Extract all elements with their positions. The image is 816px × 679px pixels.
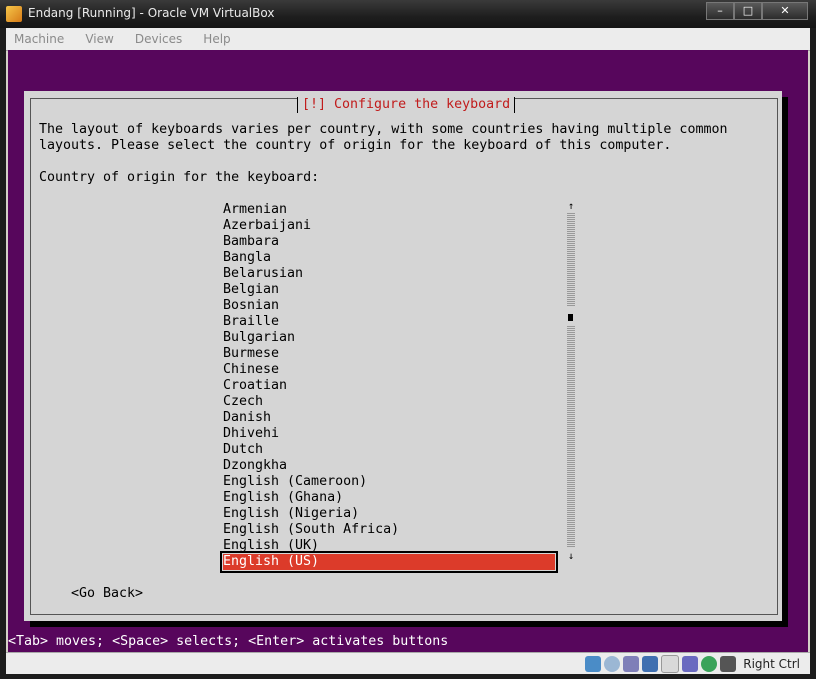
list-item[interactable]: Bulgarian <box>223 330 555 346</box>
window-controls: – □ ✕ <box>706 2 808 20</box>
menubar: Machine View Devices Help <box>6 28 810 51</box>
list-scrollbar[interactable]: ↑ ↓ <box>566 202 576 570</box>
scroll-track-lower[interactable] <box>567 326 575 548</box>
list-item[interactable]: Dzongkha <box>223 458 555 474</box>
menu-machine[interactable]: Machine <box>6 28 72 50</box>
window-titlebar[interactable]: Endang [Running] - Oracle VM VirtualBox … <box>0 0 816 28</box>
scroll-up-arrow[interactable]: ↑ <box>566 202 576 212</box>
optical-drive-icon[interactable] <box>604 656 621 672</box>
dialog-title: [!] Configure the keyboard <box>297 97 516 113</box>
list-item[interactable]: Bangla <box>223 250 555 266</box>
shared-folders-icon[interactable] <box>661 655 680 673</box>
list-item[interactable]: English (South Africa) <box>223 522 555 538</box>
list-item[interactable]: English (Cameroon) <box>223 474 555 490</box>
list-item[interactable]: Dutch <box>223 442 555 458</box>
list-item[interactable]: Burmese <box>223 346 555 362</box>
list-item[interactable]: Danish <box>223 410 555 426</box>
country-list[interactable]: Armenian Azerbaijani Bambara Bangla Belarusi… <box>220 202 558 573</box>
display-icon[interactable] <box>682 656 699 672</box>
mouse-integration-icon[interactable] <box>720 656 737 672</box>
list-item[interactable]: Chinese <box>223 362 555 378</box>
list-item-selected[interactable]: English (US) <box>220 551 558 573</box>
maximize-button[interactable]: □ <box>734 2 762 20</box>
menu-help[interactable]: Help <box>195 28 238 50</box>
virtualbox-icon <box>6 6 22 22</box>
vm-window: Machine View Devices Help [!] Configure … <box>6 28 810 674</box>
usb-icon[interactable] <box>623 656 640 672</box>
status-icons: Right Ctrl <box>585 655 800 673</box>
menu-view[interactable]: View <box>77 28 121 50</box>
list-item[interactable]: English (Nigeria) <box>223 506 555 522</box>
keyboard-dialog: [!] Configure the keyboard The layout of… <box>24 91 782 621</box>
list-item[interactable]: Belgian <box>223 282 555 298</box>
list-item[interactable]: Czech <box>223 394 555 410</box>
scroll-down-arrow[interactable]: ↓ <box>566 552 576 562</box>
list-item[interactable]: Azerbaijani <box>223 218 555 234</box>
list-item[interactable]: English (Ghana) <box>223 490 555 506</box>
go-back-button[interactable]: <Go Back> <box>71 586 143 602</box>
host-key-label: Right Ctrl <box>743 657 800 671</box>
country-label: Country of origin for the keyboard: <box>39 170 320 185</box>
capture-icon[interactable] <box>701 656 718 672</box>
vm-display[interactable]: [!] Configure the keyboard The layout of… <box>8 50 808 652</box>
list-item[interactable]: Braille <box>223 314 555 330</box>
network-icon[interactable] <box>642 656 659 672</box>
close-button[interactable]: ✕ <box>762 2 808 20</box>
list-item[interactable]: Bambara <box>223 234 555 250</box>
list-item[interactable]: Bosnian <box>223 298 555 314</box>
scroll-track-upper[interactable] <box>567 213 575 307</box>
statusbar: Right Ctrl <box>6 652 810 674</box>
scroll-thumb[interactable] <box>568 314 573 321</box>
list-item[interactable]: Armenian <box>223 202 555 218</box>
window-title: Endang [Running] - Oracle VM VirtualBox <box>28 6 275 20</box>
list-item[interactable]: Belarusian <box>223 266 555 282</box>
minimize-button[interactable]: – <box>706 2 734 20</box>
list-item[interactable]: Dhivehi <box>223 426 555 442</box>
help-line: <Tab> moves; <Space> selects; <Enter> ac… <box>8 633 808 651</box>
list-item[interactable]: English (UK) <box>223 538 555 554</box>
hard-disk-icon[interactable] <box>585 656 602 672</box>
menu-devices[interactable]: Devices <box>127 28 190 50</box>
list-item[interactable]: Croatian <box>223 378 555 394</box>
dialog-intro-text: The layout of keyboards varies per count… <box>39 122 728 153</box>
